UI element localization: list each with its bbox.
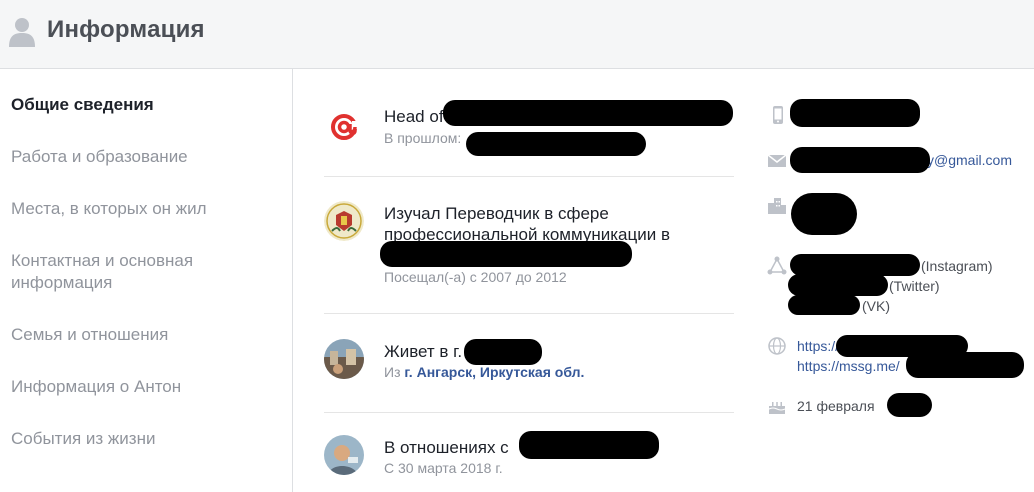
- divider: [324, 313, 734, 314]
- partner-avatar-icon: [324, 435, 364, 475]
- email-link[interactable]: y@gmail.com: [927, 150, 1012, 170]
- globe-icon: [768, 337, 786, 355]
- work-subtitle: В прошлом:: [384, 130, 462, 146]
- divider: [324, 176, 734, 177]
- birthday-cake-icon: [768, 402, 786, 414]
- redaction-mark: [887, 393, 932, 417]
- redaction-mark: [443, 100, 733, 126]
- redaction-mark: [466, 132, 646, 156]
- sidebar-item-work-education[interactable]: Работа и образование: [11, 146, 281, 168]
- redaction-mark: [788, 274, 888, 296]
- phone-icon: [773, 106, 783, 124]
- sidebar-item-overview[interactable]: Общие сведения: [11, 94, 281, 116]
- education-title: Изучал Переводчик в сфере профессиональн…: [384, 204, 670, 244]
- at-sign-icon: [331, 114, 358, 140]
- redaction-mark: [380, 241, 632, 267]
- vk-label: (VK): [862, 298, 890, 314]
- sidebar-item-contact-info[interactable]: Контактная и основная информация: [11, 250, 281, 294]
- share-network-icon: [767, 256, 787, 275]
- person-icon: [9, 18, 35, 47]
- sidebar-item-details[interactable]: Информация о Антон: [11, 376, 281, 398]
- redaction-mark: [791, 193, 857, 235]
- work-title: Head of: [384, 107, 444, 126]
- page-title: Информация: [47, 16, 205, 43]
- birthday-text: 21 февраля: [797, 398, 875, 414]
- instagram-label: (Instagram): [921, 258, 993, 274]
- sidebar-item-family[interactable]: Семья и отношения: [11, 324, 281, 346]
- hometown-prefix: Из: [384, 364, 401, 380]
- about-sidebar: Общие сведения Работа и образование Мест…: [0, 69, 293, 492]
- buildings-icon: [768, 198, 786, 214]
- redaction-mark: [519, 431, 659, 459]
- overview-content: Head of В прошлом: Изучал Переводчик в с…: [294, 69, 1034, 492]
- redaction-mark: [464, 339, 542, 365]
- divider: [324, 412, 734, 413]
- twitter-label: (Twitter): [889, 278, 940, 294]
- education-subtitle: Посещал(-а) с 2007 до 2012: [384, 269, 567, 285]
- redaction-mark: [788, 295, 860, 315]
- hometown-link[interactable]: г. Ангарск, Иркутская обл.: [404, 364, 584, 380]
- sidebar-item-places[interactable]: Места, в которых он жил: [11, 198, 281, 220]
- redaction-mark: [790, 99, 920, 127]
- redaction-mark: [790, 147, 930, 173]
- envelope-icon: [767, 154, 787, 167]
- website-link-1[interactable]: https://: [797, 336, 839, 356]
- relationship-title: В отношениях с: [384, 438, 509, 457]
- page-header: Информация: [0, 0, 1034, 69]
- website-link-2[interactable]: https://mssg.me/: [797, 356, 900, 376]
- relationship-subtitle: С 30 марта 2018 г.: [384, 460, 503, 476]
- redaction-mark: [906, 352, 1024, 378]
- current-city-title: Живет в г.: [384, 342, 463, 361]
- city-photo-icon: [324, 339, 364, 379]
- university-crest-icon: [324, 201, 364, 241]
- sidebar-item-life-events[interactable]: События из жизни: [11, 428, 281, 450]
- redaction-mark: [790, 254, 920, 276]
